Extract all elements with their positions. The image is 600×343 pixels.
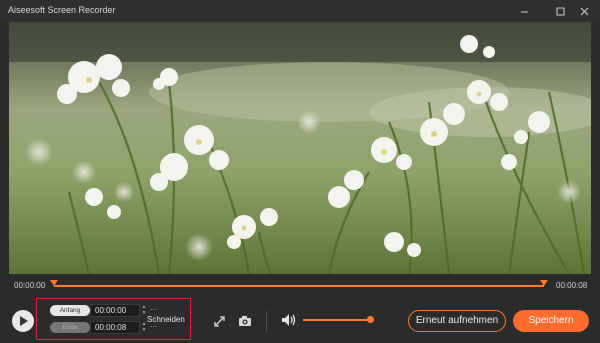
trim-panel: Anfang 00:00:00 ▲ ▼ ⋯ Ende 00:00:08 ▲ ▼ ⋯ … — [36, 298, 191, 340]
fullscreen-icon[interactable] — [210, 312, 228, 330]
start-time-field[interactable]: 00:00:00 — [90, 304, 140, 317]
end-time-field[interactable]: 00:00:08 — [90, 321, 140, 334]
volume-icon[interactable] — [280, 311, 298, 329]
rerecord-button[interactable]: Erneut aufnehmen — [408, 310, 506, 332]
timeline-track[interactable] — [54, 285, 544, 287]
trim-end-marker[interactable] — [540, 280, 548, 286]
start-button[interactable]: Anfang — [50, 305, 90, 316]
cut-button[interactable]: Schneiden — [147, 315, 185, 324]
current-time: 00:00:00 — [14, 281, 46, 290]
start-more-icon: ⋯ — [150, 307, 157, 314]
toolbar-divider — [266, 311, 267, 331]
camera-icon[interactable] — [236, 312, 254, 330]
end-more-icon: ⋯ — [150, 324, 157, 331]
trim-start-marker[interactable] — [50, 280, 58, 286]
save-button[interactable]: Speichern — [513, 310, 589, 332]
minimize-icon[interactable] — [516, 3, 532, 19]
maximize-icon[interactable] — [552, 3, 568, 19]
title-bar: Aiseesoft Screen Recorder — [0, 0, 600, 22]
close-icon[interactable] — [576, 3, 592, 19]
end-button[interactable]: Ende — [50, 322, 90, 333]
play-button[interactable] — [12, 310, 34, 332]
video-preview[interactable] — [9, 22, 591, 274]
total-time: 00:00:08 — [556, 281, 588, 290]
volume-slider-handle[interactable] — [367, 316, 374, 323]
window-title: Aiseesoft Screen Recorder — [8, 5, 116, 15]
video-frame-image — [9, 22, 591, 274]
volume-slider[interactable] — [303, 319, 371, 321]
